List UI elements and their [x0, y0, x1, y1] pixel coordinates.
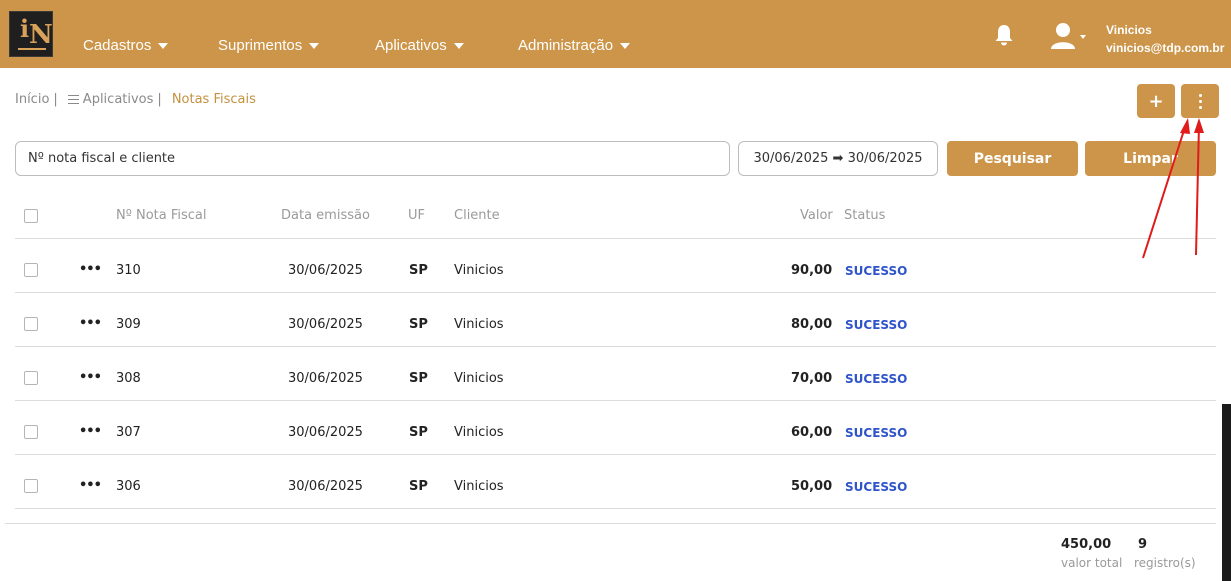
cell-uf: SP — [409, 479, 428, 494]
caret-down-icon — [453, 42, 464, 49]
cell-client: Vinicios — [454, 479, 504, 494]
row-actions-icon[interactable]: ••• — [79, 262, 102, 277]
caret-down-icon — [309, 42, 320, 49]
add-button[interactable]: + — [1137, 84, 1175, 118]
nav-menu-suprimentos[interactable]: Suprimentos — [218, 37, 320, 54]
table-divider — [15, 346, 1216, 347]
menu-lines-icon — [67, 95, 79, 104]
cell-number: 310 — [116, 263, 141, 278]
more-options-button[interactable] — [1181, 84, 1219, 118]
total-value: 450,00 — [1061, 537, 1112, 552]
cell-value: 90,00 — [791, 263, 833, 278]
cell-value: 60,00 — [791, 425, 833, 440]
record-count: 9 — [1138, 537, 1148, 552]
breadcrumb-separator: | — [53, 92, 58, 107]
window-edge — [1222, 404, 1231, 581]
cell-date: 30/06/2025 — [288, 425, 363, 440]
search-button[interactable]: Pesquisar — [947, 141, 1078, 176]
select-all-checkbox[interactable] — [24, 209, 38, 223]
row-checkbox[interactable] — [24, 425, 38, 439]
cell-uf: SP — [409, 425, 428, 440]
user-name: Vinicios — [1106, 23, 1152, 37]
cell-date: 30/06/2025 — [288, 317, 363, 332]
nav-menu-administracao[interactable]: Administração — [518, 37, 631, 54]
cell-uf: SP — [409, 317, 428, 332]
total-label: valor total — [1061, 556, 1123, 570]
nav-menu-label: Suprimentos — [218, 37, 303, 54]
row-actions-icon[interactable]: ••• — [79, 370, 102, 385]
annotation-arrows — [1142, 118, 1204, 259]
cell-number: 309 — [116, 317, 141, 332]
caret-down-icon — [620, 42, 631, 49]
table-divider — [15, 400, 1216, 401]
cell-number: 307 — [116, 425, 141, 440]
cell-uf: SP — [409, 371, 428, 386]
row-actions-icon[interactable]: ••• — [79, 478, 102, 493]
breadcrumb-home[interactable]: Início — [15, 92, 49, 107]
row-checkbox[interactable] — [24, 371, 38, 385]
plus-icon: + — [1148, 90, 1164, 112]
vertical-dots-icon — [1198, 93, 1202, 109]
nav-menu-label: Administração — [518, 37, 614, 54]
cell-date: 30/06/2025 — [288, 371, 363, 386]
app-logo[interactable]: iN — [9, 11, 53, 57]
footer-divider — [5, 523, 1216, 524]
nav-menu-aplicativos[interactable]: Aplicativos — [375, 37, 464, 54]
table-divider — [15, 508, 1216, 509]
breadcrumb-current: Notas Fiscais — [171, 92, 256, 107]
date-range-field[interactable]: 30/06/2025 ➡ 30/06/2025 — [738, 141, 938, 176]
cell-date: 30/06/2025 — [288, 263, 363, 278]
bell-icon[interactable] — [994, 24, 1014, 46]
record-count-label: registro(s) — [1134, 556, 1196, 570]
user-email: vinicios@tdp.com.br — [1106, 41, 1225, 55]
header-client[interactable]: Cliente — [454, 208, 500, 223]
cell-value: 70,00 — [791, 371, 833, 386]
cell-client: Vinicios — [454, 263, 504, 278]
table-divider — [15, 454, 1216, 455]
nav-menu-label: Cadastros — [83, 37, 152, 54]
cell-client: Vinicios — [454, 371, 504, 386]
row-actions-icon[interactable]: ••• — [79, 424, 102, 439]
breadcrumb-separator: | — [157, 92, 162, 107]
header-value[interactable]: Valor — [800, 208, 833, 223]
status-badge: SUCESSO — [845, 426, 908, 440]
search-input[interactable] — [15, 141, 730, 176]
row-actions-icon[interactable]: ••• — [79, 316, 102, 331]
breadcrumb-section[interactable]: Aplicativos — [83, 92, 154, 107]
row-checkbox[interactable] — [24, 479, 38, 493]
cell-value: 50,00 — [791, 479, 833, 494]
cell-number: 308 — [116, 371, 141, 386]
cell-date: 30/06/2025 — [288, 479, 363, 494]
status-badge: SUCESSO — [845, 480, 908, 494]
cell-number: 306 — [116, 479, 141, 494]
status-badge: SUCESSO — [845, 318, 908, 332]
header-status[interactable]: Status — [844, 208, 885, 223]
clear-button[interactable]: Limpar — [1085, 141, 1216, 176]
row-checkbox[interactable] — [24, 317, 38, 331]
row-checkbox[interactable] — [24, 263, 38, 277]
top-navbar: iN Cadastros Suprimentos Aplicativos Adm… — [0, 0, 1231, 68]
table-divider — [15, 238, 1216, 239]
header-date[interactable]: Data emissão — [281, 208, 370, 223]
header-number[interactable]: Nº Nota Fiscal — [116, 208, 207, 223]
nav-menu-cadastros[interactable]: Cadastros — [83, 37, 169, 54]
cell-uf: SP — [409, 263, 428, 278]
table-divider — [15, 292, 1216, 293]
cell-client: Vinicios — [454, 425, 504, 440]
breadcrumb: Início | Aplicativos | Notas Fiscais — [15, 92, 256, 107]
cell-value: 80,00 — [791, 317, 833, 332]
user-avatar-icon[interactable] — [1050, 22, 1086, 50]
nav-menu-label: Aplicativos — [375, 37, 447, 54]
status-badge: SUCESSO — [845, 264, 908, 278]
caret-down-icon — [158, 42, 169, 49]
cell-client: Vinicios — [454, 317, 504, 332]
header-uf[interactable]: UF — [408, 208, 425, 223]
status-badge: SUCESSO — [845, 372, 908, 386]
